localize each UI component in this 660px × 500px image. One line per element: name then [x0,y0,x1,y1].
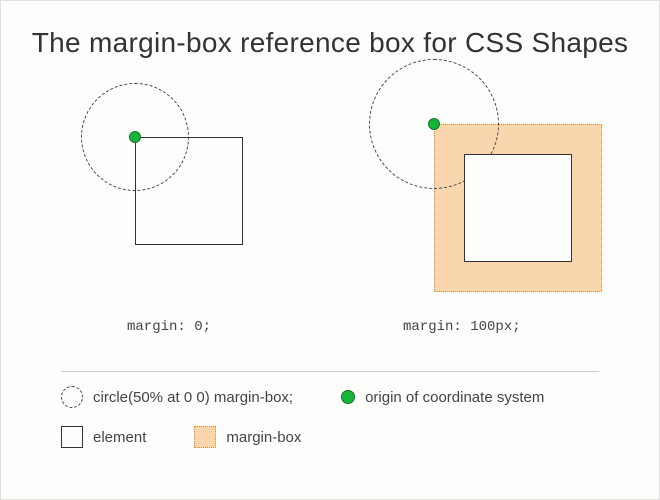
origin-dot-icon [341,390,355,404]
legend-item-circle: circle(50% at 0 0) margin-box; [61,386,293,408]
page-title: The margin-box reference box for CSS Sha… [1,1,659,59]
legend-row: circle(50% at 0 0) margin-box; origin of… [61,386,599,408]
legend-label: margin-box [226,429,301,446]
legend-item-origin: origin of coordinate system [341,389,544,406]
legend-label: origin of coordinate system [365,389,544,406]
legend-item-marginbox: margin-box [194,426,301,448]
legend: circle(50% at 0 0) margin-box; origin of… [1,386,659,448]
caption-left: margin: 0; [127,319,211,335]
origin-dot-icon [129,131,141,143]
legend-label: element [93,429,146,446]
origin-dot-icon [428,118,440,130]
margin-box-icon [194,426,216,448]
element-box-icon [464,154,572,262]
caption-right: margin: 100px; [403,319,521,335]
legend-label: circle(50% at 0 0) margin-box; [93,389,293,406]
dashed-circle-icon [61,386,83,408]
legend-item-element: element [61,426,146,448]
legend-row: element margin-box [61,426,599,448]
captions-row: margin: 0; margin: 100px; [1,319,659,353]
divider [61,371,599,372]
square-icon [61,426,83,448]
element-box-icon [135,137,243,245]
diagram-stage [1,59,659,319]
